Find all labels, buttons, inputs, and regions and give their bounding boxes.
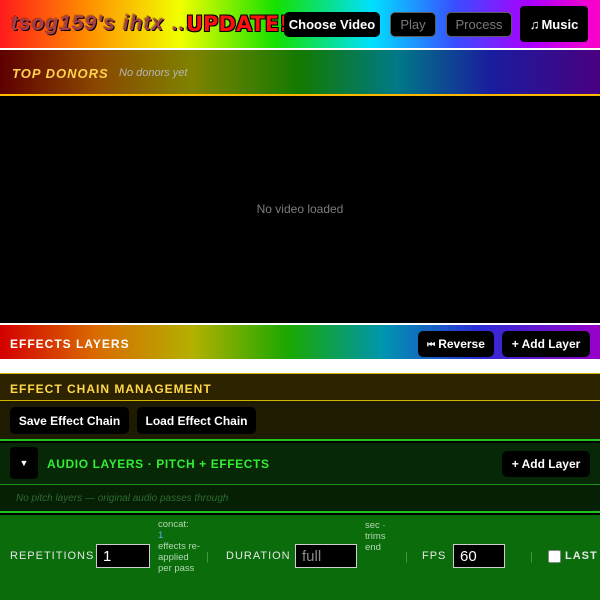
app-title: tsog159's ihtx... xyxy=(11,12,193,36)
separator: | xyxy=(206,551,209,563)
top-donors-empty: No donors yet xyxy=(119,67,188,79)
add-audio-layer-button[interactable]: + Add Layer xyxy=(502,451,590,477)
audio-layers-header: ▼ AUDIO LAYERS · PITCH + EFFECTS + Add L… xyxy=(0,443,600,485)
reverse-button[interactable]: ⏮ Reverse xyxy=(418,331,494,357)
play-button[interactable]: Play xyxy=(390,12,436,37)
top-donors-bar: TOP DONORS No donors yet xyxy=(0,50,600,96)
repetitions-note-post: effects re-applied per pass xyxy=(158,541,201,574)
effect-chain-title: EFFECT CHAIN MANAGEMENT xyxy=(10,382,212,396)
effect-chain-body: Save Effect Chain Load Effect Chain xyxy=(0,401,600,441)
repetitions-note-pre: concat: xyxy=(158,519,189,530)
repetitions-note: concat: 1 effects re-applied per pass xyxy=(158,519,202,574)
duration-input[interactable]: full xyxy=(295,544,357,568)
app-title-text: tsog159's ihtx xyxy=(11,12,165,35)
effects-layers-bar: EFFECTS LAYERS ⏮ Reverse + Add Layer xyxy=(0,323,600,361)
music-button[interactable]: ♫ Music xyxy=(520,6,588,42)
reverse-icon: ⏮ xyxy=(427,338,436,349)
effect-chain-header: EFFECT CHAIN MANAGEMENT xyxy=(0,373,600,401)
effects-layers-list xyxy=(0,361,600,373)
audio-layers-empty: No pitch layers — original audio passes … xyxy=(16,493,229,504)
load-effect-chain-button[interactable]: Load Effect Chain xyxy=(137,407,256,434)
separator: | xyxy=(405,551,408,563)
top-header: tsog159's ihtx... UPDATE! Choose Video P… xyxy=(0,0,600,50)
duration-label: DURATION xyxy=(226,550,291,562)
repetitions-input[interactable]: 1 xyxy=(96,544,150,568)
repetitions-label: REPETITIONS xyxy=(10,550,95,562)
add-effect-layer-button[interactable]: + Add Layer xyxy=(502,331,590,357)
duration-note: sec · trims end xyxy=(365,520,386,553)
audio-layers-title: AUDIO LAYERS · PITCH + EFFECTS xyxy=(47,457,270,471)
last-pass-label: LAST P xyxy=(565,550,600,562)
chevron-down-icon[interactable]: ▼ xyxy=(10,447,38,479)
choose-video-button[interactable]: Choose Video xyxy=(284,12,380,37)
save-effect-chain-button[interactable]: Save Effect Chain xyxy=(10,407,129,434)
video-empty-text: No video loaded xyxy=(256,202,344,216)
separator: | xyxy=(530,551,533,563)
video-preview[interactable]: No video loaded xyxy=(0,96,600,323)
music-button-label: Music xyxy=(541,16,579,32)
fps-label: FPS xyxy=(422,550,447,562)
top-donors-title: TOP DONORS xyxy=(12,66,109,81)
reverse-button-label: Reverse xyxy=(438,337,485,351)
render-settings: REPETITIONS 1 concat: 1 effects re-appli… xyxy=(0,515,600,600)
audio-layers-list: No pitch layers — original audio passes … xyxy=(0,485,600,513)
last-pass-checkbox[interactable] xyxy=(548,550,561,563)
repetitions-note-count: 1 xyxy=(158,530,164,541)
update-badge[interactable]: UPDATE! xyxy=(186,12,289,36)
music-note-icon: ♫ xyxy=(529,16,540,32)
effects-layers-title: EFFECTS LAYERS xyxy=(10,337,130,351)
process-button[interactable]: Process xyxy=(446,12,512,37)
fps-input[interactable]: 60 xyxy=(453,544,505,568)
